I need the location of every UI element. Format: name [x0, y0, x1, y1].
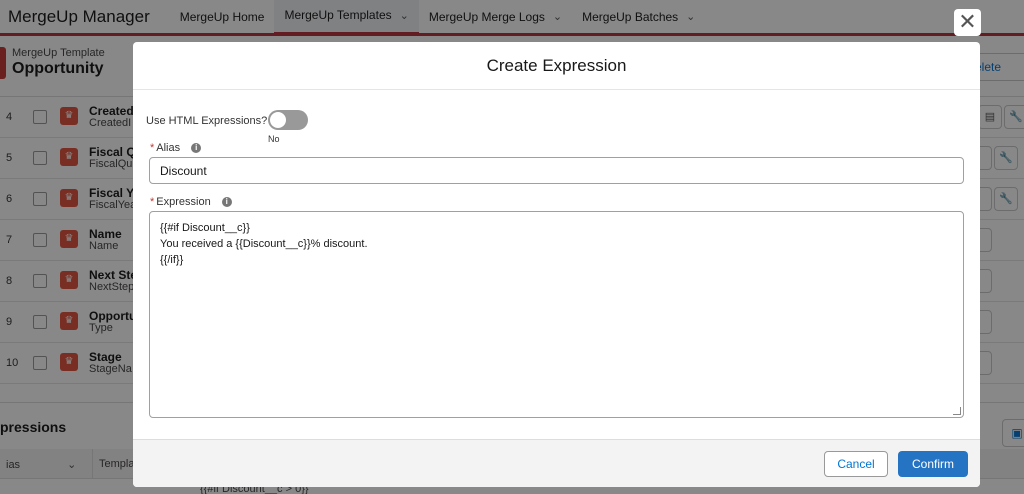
modal-title: Create Expression [133, 42, 980, 90]
required-asterisk: * [150, 142, 155, 154]
toggle-knob [270, 112, 286, 128]
cancel-button[interactable]: Cancel [824, 451, 888, 477]
expression-label-text: Expression [156, 196, 211, 208]
html-expressions-toggle[interactable] [268, 110, 308, 130]
close-icon[interactable]: ✕ [954, 9, 981, 36]
alias-input[interactable]: Discount [149, 157, 964, 184]
expression-line: {{/if}} [160, 254, 184, 266]
info-icon[interactable]: i [221, 197, 232, 208]
create-expression-modal: Create Expression Use HTML Expressions? … [133, 42, 980, 487]
info-icon[interactable]: i [191, 143, 202, 154]
expression-line: {{#if Discount__c}} [160, 222, 250, 234]
expression-label: * Expression i [150, 196, 232, 208]
alias-label-text: Alias [156, 142, 181, 154]
modal-body: Use HTML Expressions? No * Alias i Discou… [133, 90, 980, 440]
resize-handle[interactable] [953, 407, 961, 415]
toggle-state-label: No [268, 134, 280, 144]
expression-line: You received a {{Discount__c}}% discount… [160, 238, 368, 250]
required-asterisk: * [150, 196, 155, 208]
expression-textarea[interactable]: {{#if Discount__c}} You received a {{Dis… [149, 211, 964, 418]
modal-footer: Cancel Confirm [133, 439, 980, 487]
html-expressions-label: Use HTML Expressions? [146, 115, 268, 127]
alias-label: * Alias i [150, 142, 202, 154]
confirm-button[interactable]: Confirm [898, 451, 968, 477]
